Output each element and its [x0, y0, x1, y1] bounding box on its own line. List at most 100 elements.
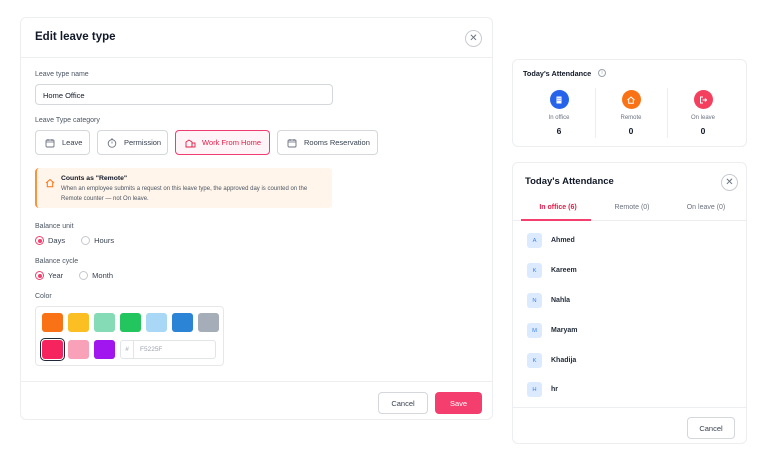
close-icon: ✕	[725, 176, 734, 188]
category-label-text: Rooms Reservation	[304, 138, 370, 147]
category-label-text: Permission	[124, 138, 162, 147]
balance-cycle-label: Balance cycle	[35, 258, 79, 265]
color-swatch[interactable]	[94, 340, 115, 359]
category-label-text: Leave	[62, 138, 83, 147]
cancel-button[interactable]: Cancel	[687, 417, 735, 439]
list-item[interactable]: M Maryam	[527, 323, 577, 338]
hex-color-input[interactable]: # F5225F	[120, 340, 216, 359]
balance-cycle-month[interactable]: Month	[79, 271, 113, 280]
stat-value: 0	[628, 126, 634, 136]
home-icon	[45, 175, 55, 193]
avatar: K	[527, 353, 542, 368]
color-swatch[interactable]	[198, 313, 219, 332]
attendance-list-modal: Today's Attendance ✕ In office (6) Remot…	[512, 162, 747, 444]
category-permission[interactable]: Permission	[97, 130, 168, 155]
tab-on-leave[interactable]: On leave (0)	[667, 204, 745, 211]
balance-cycle-radios: Year Month	[35, 271, 129, 280]
attendance-summary-card: Today's Attendance i In office 6 Remote …	[512, 59, 747, 147]
stat-in-office: In office 6	[523, 90, 595, 136]
edit-leave-type-modal: Edit leave type ✕ Leave type name Home O…	[20, 17, 493, 420]
note-title: Counts as "Remote"	[61, 175, 128, 182]
color-swatch[interactable]	[40, 338, 65, 361]
color-swatch[interactable]	[68, 313, 89, 332]
color-swatch[interactable]	[94, 313, 115, 332]
close-button[interactable]: ✕	[465, 30, 482, 47]
radio-selected[interactable]	[35, 271, 44, 280]
category-work-from-home[interactable]: Work From Home	[175, 130, 270, 155]
radio-label: Year	[48, 271, 64, 280]
leave-type-name-label: Leave type name	[35, 71, 89, 78]
stat-remote: Remote 0	[595, 90, 667, 136]
summary-title: Today's Attendance	[523, 69, 592, 78]
stat-value: 6	[556, 126, 562, 136]
list-title: Today's Attendance	[525, 176, 614, 187]
category-leave[interactable]: Leave	[35, 130, 90, 155]
tab-in-office[interactable]: In office (6)	[519, 204, 597, 211]
balance-unit-radios: Days Hours	[35, 236, 130, 245]
leave-type-name-input[interactable]: Home Office	[35, 84, 333, 105]
avatar: A	[527, 233, 542, 248]
home-work-icon	[184, 137, 196, 149]
avatar: N	[527, 293, 542, 308]
color-swatch[interactable]	[172, 313, 193, 332]
stat-value: 0	[700, 126, 706, 136]
tab-remote[interactable]: Remote (0)	[593, 204, 671, 211]
color-swatch[interactable]	[68, 340, 89, 359]
logout-icon	[693, 90, 713, 109]
calendar-icon	[44, 137, 56, 149]
balance-unit-label: Balance unit	[35, 223, 74, 230]
radio-unselected[interactable]	[81, 236, 91, 245]
color-swatch[interactable]	[42, 313, 63, 332]
color-swatch[interactable]	[146, 313, 167, 332]
remote-info-note: Counts as "Remote" When an employee subm…	[35, 168, 332, 208]
person-name: Kareem	[551, 267, 577, 274]
color-swatch[interactable]	[120, 313, 141, 332]
stat-label: Remote	[620, 115, 642, 121]
list-item[interactable]: K Khadija	[527, 353, 576, 368]
close-button[interactable]: ✕	[721, 174, 738, 191]
category-label: Leave Type category	[35, 117, 100, 124]
save-button[interactable]: Save	[435, 392, 482, 414]
person-name: Ahmed	[551, 237, 575, 244]
attendance-tabs: In office (6) Remote (0) On leave (0)	[513, 202, 746, 221]
person-name: Nahla	[551, 297, 571, 304]
cancel-button[interactable]: Cancel	[378, 392, 428, 414]
hex-value: F5225F	[140, 346, 163, 353]
color-picker: # F5225F	[35, 306, 224, 366]
building-icon	[549, 90, 569, 109]
category-rooms-reservation[interactable]: Rooms Reservation	[277, 130, 378, 155]
person-name: hr	[551, 386, 558, 393]
stat-on-leave: On leave 0	[667, 90, 739, 136]
radio-label: Hours	[94, 236, 115, 245]
list-item[interactable]: H hr	[527, 382, 558, 397]
color-label: Color	[35, 293, 52, 300]
close-icon: ✕	[469, 32, 478, 44]
info-icon[interactable]: i	[598, 69, 606, 77]
modal-header: Edit leave type ✕	[21, 18, 492, 58]
active-tab-indicator	[521, 219, 591, 221]
list-item[interactable]: A Ahmed	[527, 233, 575, 248]
stat-label: On leave	[690, 115, 715, 121]
balance-unit-hours[interactable]: Hours	[81, 236, 114, 245]
clock-icon	[106, 137, 118, 149]
stat-label: In office	[548, 115, 570, 121]
category-label-text: Work From Home	[202, 138, 262, 147]
avatar: K	[527, 263, 542, 278]
home-icon	[621, 90, 641, 109]
list-item[interactable]: N Nahla	[527, 293, 570, 308]
list-footer: Cancel	[513, 407, 746, 443]
balance-unit-days[interactable]: Days	[35, 236, 65, 245]
modal-footer: Cancel Save	[21, 381, 492, 419]
calendar-room-icon	[286, 137, 298, 149]
note-body: When an employee submits a request on th…	[61, 186, 308, 202]
balance-cycle-year[interactable]: Year	[35, 271, 63, 280]
avatar: M	[527, 323, 542, 338]
radio-label: Month	[92, 271, 114, 280]
modal-title: Edit leave type	[35, 31, 116, 43]
avatar: H	[527, 382, 542, 397]
radio-unselected[interactable]	[79, 271, 89, 280]
list-item[interactable]: K Kareem	[527, 263, 577, 278]
person-name: Maryam	[551, 327, 578, 334]
radio-label: Days	[48, 236, 66, 245]
radio-selected[interactable]	[35, 236, 44, 245]
